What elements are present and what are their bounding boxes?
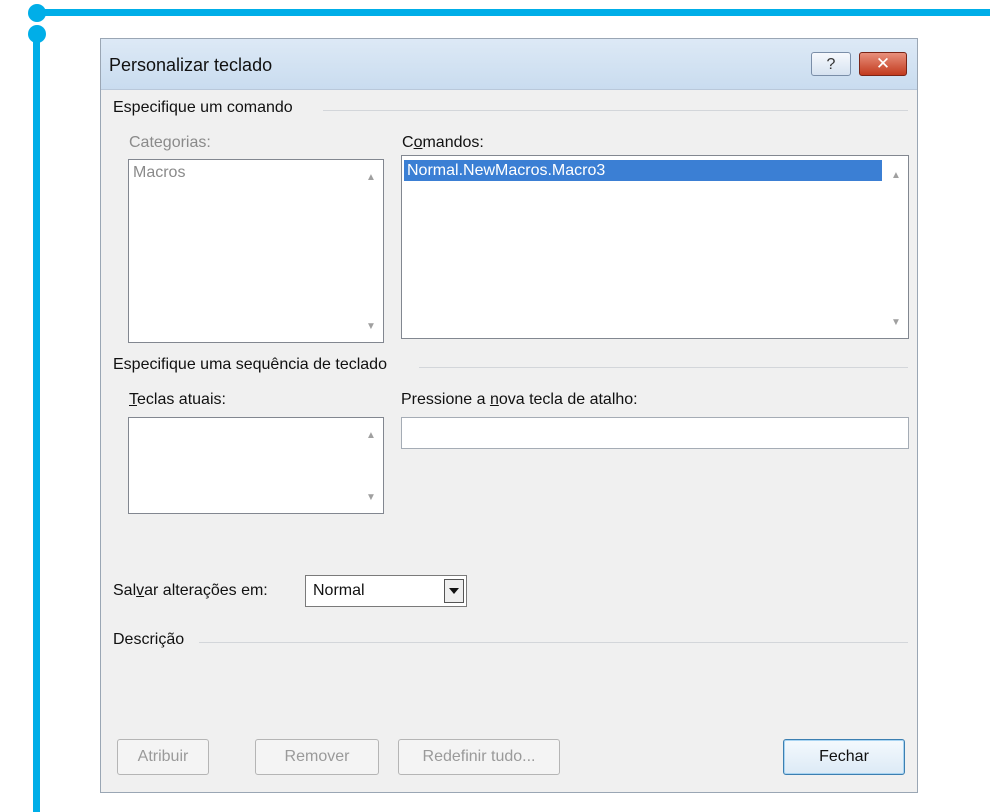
commands-listbox[interactable]: Normal.NewMacros.Macro3 ▲ ▼: [401, 155, 909, 339]
section-divider: [323, 110, 908, 111]
scroll-up-icon[interactable]: ▲: [366, 430, 376, 441]
current-keys-label: Teclas atuais:: [129, 391, 226, 408]
commands-label: Comandos:: [402, 134, 484, 151]
scroll-down-icon[interactable]: ▼: [891, 317, 901, 328]
scrollbar[interactable]: ▲ ▼: [886, 156, 908, 338]
description-header: Descrição: [113, 631, 185, 648]
close-icon: ✕: [875, 54, 891, 73]
title-bar: Personalizar teclado ? ✕: [101, 39, 917, 90]
save-in-value: Normal: [313, 582, 365, 599]
reset-all-button[interactable]: Redefinir tudo...: [398, 739, 560, 775]
frame-top-line: [40, 9, 990, 16]
scrollbar[interactable]: ▲ ▼: [361, 418, 383, 513]
keyboard-section-header: Especifique uma sequência de teclado: [113, 356, 387, 373]
new-shortcut-input[interactable]: [401, 417, 909, 449]
remove-button[interactable]: Remover: [255, 739, 379, 775]
scroll-up-icon[interactable]: ▲: [891, 170, 901, 181]
close-window-button[interactable]: ✕: [859, 52, 907, 76]
frame-left-line: [33, 32, 40, 812]
scroll-down-icon[interactable]: ▼: [366, 321, 376, 332]
current-keys-listbox[interactable]: ▲ ▼: [128, 417, 384, 514]
save-changes-label: Salvar alterações em:: [113, 582, 268, 599]
command-section-header: Especifique um comando: [113, 99, 293, 116]
scrollbar[interactable]: ▲ ▼: [361, 160, 383, 342]
scroll-up-icon[interactable]: ▲: [366, 172, 376, 183]
section-divider: [199, 642, 908, 643]
help-button[interactable]: ?: [811, 52, 851, 76]
save-in-combobox[interactable]: Normal: [305, 575, 467, 607]
chevron-down-icon: [449, 588, 459, 594]
customize-keyboard-dialog: Personalizar teclado ? ✕ Especifique um …: [100, 38, 918, 793]
dropdown-button[interactable]: [444, 579, 464, 603]
scroll-down-icon[interactable]: ▼: [366, 492, 376, 503]
section-divider: [419, 367, 908, 368]
categories-label: Categorias:: [129, 134, 211, 151]
list-item-selected[interactable]: Normal.NewMacros.Macro3: [404, 160, 882, 181]
frame-left-dot: [28, 25, 46, 43]
categories-listbox[interactable]: Macros ▲ ▼: [128, 159, 384, 343]
new-shortcut-label: Pressione a nova tecla de atalho:: [401, 391, 638, 408]
close-button[interactable]: Fechar: [783, 739, 905, 775]
help-icon: ?: [826, 56, 836, 73]
window-title: Personalizar teclado: [109, 55, 273, 75]
assign-button[interactable]: Atribuir: [117, 739, 209, 775]
list-item[interactable]: Macros: [133, 164, 185, 182]
frame-corner-dot: [28, 4, 46, 22]
